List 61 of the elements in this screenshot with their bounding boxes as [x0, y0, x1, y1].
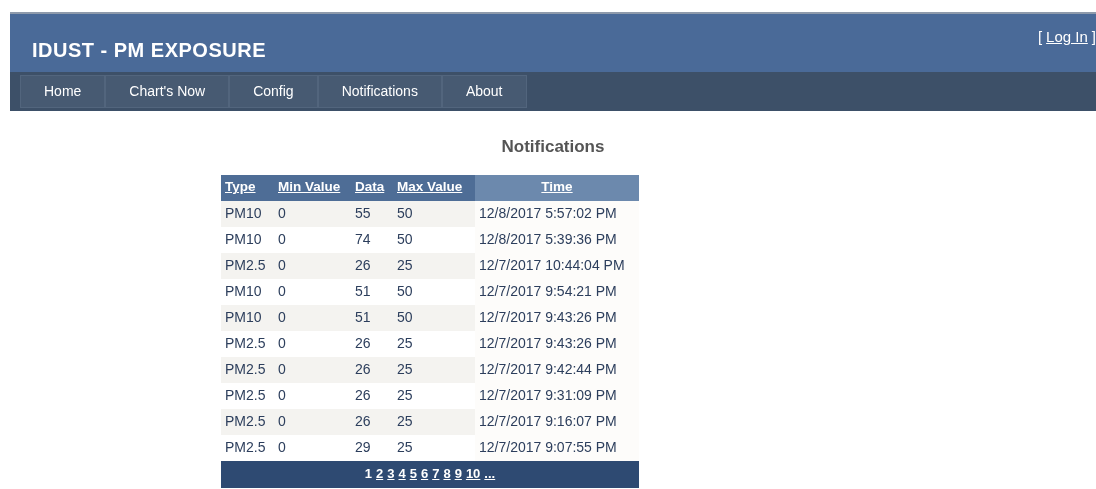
table-cell: 12/7/2017 9:43:26 PM [475, 330, 639, 357]
bracket-text: [ [1037, 27, 1043, 47]
table-cell: 0 [274, 356, 351, 383]
table-cell: 26 [351, 408, 393, 435]
nav-tab[interactable]: Chart's Now [105, 75, 230, 108]
table-cell: 25 [393, 356, 475, 383]
table-cell: 25 [393, 382, 475, 409]
table-cell: 12/7/2017 9:43:26 PM [475, 304, 639, 331]
table-cell: 12/8/2017 5:39:36 PM [475, 226, 639, 253]
page-link[interactable]: ... [484, 464, 496, 484]
column-header[interactable]: Max Value [393, 174, 475, 201]
nav-tab[interactable]: About [441, 75, 527, 108]
page-title: Notifications [500, 136, 606, 158]
column-header[interactable]: Type [221, 174, 274, 201]
table-cell: 0 [274, 304, 351, 331]
table-cell: 26 [351, 356, 393, 383]
page-link[interactable]: 1 [364, 464, 372, 484]
site-title: IDUST - PM EXPOSURE [32, 38, 266, 61]
table-cell: 25 [393, 330, 475, 357]
nav-tab[interactable]: Notifications [317, 75, 442, 108]
nav-tab[interactable]: Config [229, 75, 318, 108]
table-cell: 25 [393, 252, 475, 279]
page-link[interactable]: 3 [387, 464, 395, 484]
page-link[interactable]: 6 [420, 464, 429, 484]
page-link[interactable]: 4 [398, 464, 406, 484]
table-cell: 12/7/2017 10:44:04 PM [475, 252, 639, 279]
login-link[interactable]: Log In [1046, 26, 1088, 49]
page-link[interactable]: 5 [409, 464, 417, 484]
page-link[interactable]: 8 [443, 464, 451, 484]
page-link[interactable]: 10 [465, 464, 481, 484]
table-cell: 25 [393, 434, 475, 461]
table-cell: PM2.5 [221, 408, 274, 435]
table-cell: 51 [351, 304, 393, 331]
table-cell: 0 [274, 408, 351, 435]
nav-tab[interactable]: Home [20, 75, 106, 108]
table-cell: 12/8/2017 5:57:02 PM [475, 200, 639, 227]
table-cell: PM10 [221, 304, 274, 331]
table-cell: PM2.5 [221, 356, 274, 383]
page-link[interactable]: 9 [454, 464, 462, 484]
column-header[interactable]: Time [475, 174, 639, 201]
table-cell: PM2.5 [221, 252, 274, 279]
table-cell: 50 [393, 200, 475, 227]
table-cell: 12/7/2017 9:31:09 PM [475, 382, 639, 409]
table-cell: 55 [351, 200, 393, 227]
table-cell: 25 [393, 408, 475, 435]
table-cell: 12/7/2017 9:42:44 PM [475, 356, 639, 383]
column-header[interactable]: Min Value [274, 174, 351, 201]
bracket-text: ] [1091, 27, 1096, 47]
page-link[interactable]: 7 [432, 464, 440, 484]
page-link[interactable]: 2 [376, 464, 384, 484]
table-cell: 50 [393, 278, 475, 305]
table-cell: 26 [351, 252, 393, 279]
table-cell: 0 [274, 200, 351, 227]
column-header[interactable]: Data [351, 174, 393, 201]
table-cell: 12/7/2017 9:16:07 PM [475, 408, 639, 435]
table-cell: 12/7/2017 9:07:55 PM [475, 434, 639, 461]
table-cell: 12/7/2017 9:54:21 PM [475, 278, 639, 305]
table-cell: PM10 [221, 200, 274, 227]
table-cell: 50 [393, 304, 475, 331]
table-cell: 0 [274, 252, 351, 279]
table-cell: 50 [393, 226, 475, 253]
